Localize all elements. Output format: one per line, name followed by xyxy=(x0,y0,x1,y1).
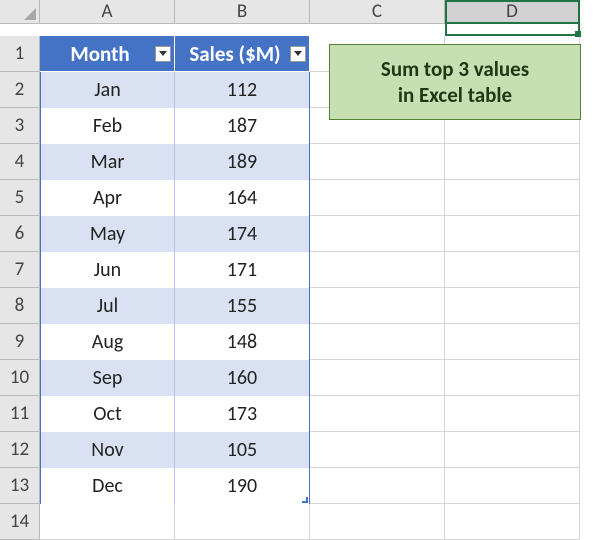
row-header-12[interactable]: 12 xyxy=(0,432,40,468)
table-row[interactable]: Feb xyxy=(40,108,175,144)
table-row[interactable]: 190 xyxy=(175,468,310,504)
table-row[interactable]: Oct xyxy=(40,396,175,432)
row-header-8[interactable]: 8 xyxy=(0,288,40,324)
cell-d7[interactable] xyxy=(445,252,580,288)
table-row[interactable]: 112 xyxy=(175,72,310,108)
cell-d6[interactable] xyxy=(445,216,580,252)
table-row[interactable]: Sep xyxy=(40,360,175,396)
row-header-7[interactable]: 7 xyxy=(0,252,40,288)
cell-d9[interactable] xyxy=(445,324,580,360)
table-row[interactable]: Mar xyxy=(40,144,175,180)
table-row[interactable]: 171 xyxy=(175,252,310,288)
table-row[interactable]: 164 xyxy=(175,180,310,216)
cell-c6[interactable] xyxy=(310,216,445,252)
row-header-9[interactable]: 9 xyxy=(0,324,40,360)
col-header-c[interactable]: C xyxy=(310,0,445,24)
table-row[interactable]: 160 xyxy=(175,360,310,396)
annotation-box: Sum top 3 values in Excel table xyxy=(329,44,581,120)
table-row[interactable]: 189 xyxy=(175,144,310,180)
row-header-11[interactable]: 11 xyxy=(0,396,40,432)
cell-c12[interactable] xyxy=(310,432,445,468)
table-header-sales[interactable]: Sales ($M) xyxy=(175,36,310,72)
cell-d11[interactable] xyxy=(445,396,580,432)
cell-c8[interactable] xyxy=(310,288,445,324)
cell-a14[interactable] xyxy=(40,504,175,540)
table-row[interactable]: 174 xyxy=(175,216,310,252)
table-header-month[interactable]: Month xyxy=(40,36,175,72)
cell-c11[interactable] xyxy=(310,396,445,432)
table-row[interactable]: Dec xyxy=(40,468,175,504)
table-row[interactable]: Jan xyxy=(40,72,175,108)
table-header-sales-label: Sales ($M) xyxy=(181,41,303,67)
cell-b14[interactable] xyxy=(175,504,310,540)
table-row[interactable]: Apr xyxy=(40,180,175,216)
cell-c10[interactable] xyxy=(310,360,445,396)
cell-c4[interactable] xyxy=(310,144,445,180)
cell-d14[interactable] xyxy=(445,504,580,540)
col-header-d[interactable]: D xyxy=(445,0,580,24)
table-row[interactable]: May xyxy=(40,216,175,252)
col-header-b[interactable]: B xyxy=(175,0,310,24)
cell-d5[interactable] xyxy=(445,180,580,216)
cell-d10[interactable] xyxy=(445,360,580,396)
row-header-2[interactable]: 2 xyxy=(0,72,40,108)
cell-d12[interactable] xyxy=(445,432,580,468)
cell-value: 190 xyxy=(227,474,257,498)
row-header-4[interactable]: 4 xyxy=(0,144,40,180)
table-row[interactable]: 187 xyxy=(175,108,310,144)
table-row[interactable]: 155 xyxy=(175,288,310,324)
filter-dropdown-icon[interactable] xyxy=(290,46,306,62)
cell-c14[interactable] xyxy=(310,504,445,540)
row-header-1[interactable]: 1 xyxy=(0,36,40,72)
row-header-3[interactable]: 3 xyxy=(0,108,40,144)
annotation-line1: Sum top 3 values xyxy=(381,56,529,82)
table-resize-handle-icon[interactable] xyxy=(301,496,308,503)
cell-d13[interactable] xyxy=(445,468,580,504)
table-row[interactable]: Jun xyxy=(40,252,175,288)
table-header-month-label: Month xyxy=(46,41,168,67)
table-row[interactable]: Nov xyxy=(40,432,175,468)
table-row[interactable]: Aug xyxy=(40,324,175,360)
table-row[interactable]: 105 xyxy=(175,432,310,468)
row-header-5[interactable]: 5 xyxy=(0,180,40,216)
table-row[interactable]: 173 xyxy=(175,396,310,432)
cell-d4[interactable] xyxy=(445,144,580,180)
cell-c13[interactable] xyxy=(310,468,445,504)
cell-c7[interactable] xyxy=(310,252,445,288)
cell-c9[interactable] xyxy=(310,324,445,360)
cell-c5[interactable] xyxy=(310,180,445,216)
col-header-a[interactable]: A xyxy=(40,0,175,24)
row-header-6[interactable]: 6 xyxy=(0,216,40,252)
filter-dropdown-icon[interactable] xyxy=(155,46,171,62)
select-all-corner[interactable] xyxy=(0,0,40,24)
row-header-14[interactable]: 14 xyxy=(0,504,40,540)
annotation-line2: in Excel table xyxy=(398,82,512,108)
cell-d8[interactable] xyxy=(445,288,580,324)
row-header-10[interactable]: 10 xyxy=(0,360,40,396)
row-header-13[interactable]: 13 xyxy=(0,468,40,504)
table-row[interactable]: 148 xyxy=(175,324,310,360)
table-row[interactable]: Jul xyxy=(40,288,175,324)
